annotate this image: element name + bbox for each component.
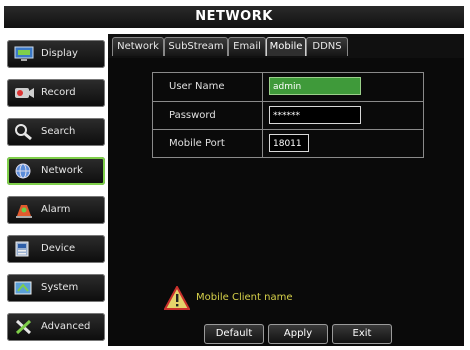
- display-icon: [14, 46, 34, 61]
- mobile-port-label: Mobile Port: [153, 130, 263, 158]
- sidebar-item-label: System: [41, 282, 79, 293]
- tab-network[interactable]: Network: [112, 37, 164, 56]
- sidebar-item-advanced[interactable]: Advanced: [7, 313, 105, 341]
- sidebar-item-search[interactable]: Search: [7, 118, 105, 146]
- sidebar-item-label: Record: [41, 87, 76, 98]
- user-name-label: User Name: [153, 73, 263, 101]
- sidebar-item-label: Display: [41, 48, 78, 59]
- sidebar-item-label: Network: [41, 165, 83, 176]
- tab-email[interactable]: Email: [228, 37, 266, 56]
- tab-substream[interactable]: SubStream: [164, 37, 228, 56]
- user-name-row: User Name admin: [153, 73, 423, 101]
- sidebar-item-record[interactable]: Record: [7, 79, 105, 107]
- settings-panel: Network SubStream Email Mobile DDNS User…: [108, 34, 464, 346]
- tab-ddns[interactable]: DDNS: [306, 37, 348, 56]
- system-icon: [14, 281, 32, 295]
- network-icon: [15, 163, 31, 179]
- user-name-field[interactable]: admin: [269, 77, 361, 95]
- device-icon: [15, 241, 29, 257]
- apply-button[interactable]: Apply: [268, 324, 328, 344]
- mobile-settings-form: User Name admin Password ****** Mobile P…: [152, 72, 424, 158]
- sidebar-item-display[interactable]: Display: [7, 40, 105, 68]
- mobile-port-field[interactable]: 18011: [269, 134, 309, 152]
- default-button[interactable]: Default: [204, 324, 264, 344]
- warning-text: Mobile Client name: [196, 292, 293, 303]
- record-icon: [15, 88, 34, 98]
- search-icon: [15, 124, 32, 141]
- sidebar-item-label: Alarm: [41, 204, 71, 215]
- sidebar-item-network[interactable]: Network: [7, 157, 105, 185]
- sidebar: Display Record Search Network Alarm Devi…: [4, 34, 106, 350]
- tab-mobile[interactable]: Mobile: [266, 37, 306, 56]
- sidebar-item-system[interactable]: System: [7, 274, 105, 302]
- warning-message: Mobile Client name: [164, 286, 394, 312]
- tab-bar: Network SubStream Email Mobile DDNS: [108, 34, 464, 58]
- exit-button[interactable]: Exit: [332, 324, 392, 344]
- sidebar-item-label: Advanced: [41, 321, 91, 332]
- password-row: Password ******: [153, 101, 423, 130]
- sidebar-item-alarm[interactable]: Alarm: [7, 196, 105, 224]
- password-label: Password: [153, 102, 263, 130]
- sidebar-item-device[interactable]: Device: [7, 235, 105, 263]
- alarm-icon: [16, 205, 32, 218]
- window-title: NETWORK: [4, 6, 464, 28]
- sidebar-item-label: Search: [41, 126, 76, 137]
- advanced-icon: [15, 319, 32, 335]
- warning-icon: [164, 286, 190, 310]
- sidebar-item-label: Device: [41, 243, 76, 254]
- password-field[interactable]: ******: [269, 106, 361, 124]
- dvr-menu-screen: NETWORK Display Record Search Network Al…: [0, 0, 470, 350]
- mobile-port-row: Mobile Port 18011: [153, 129, 423, 158]
